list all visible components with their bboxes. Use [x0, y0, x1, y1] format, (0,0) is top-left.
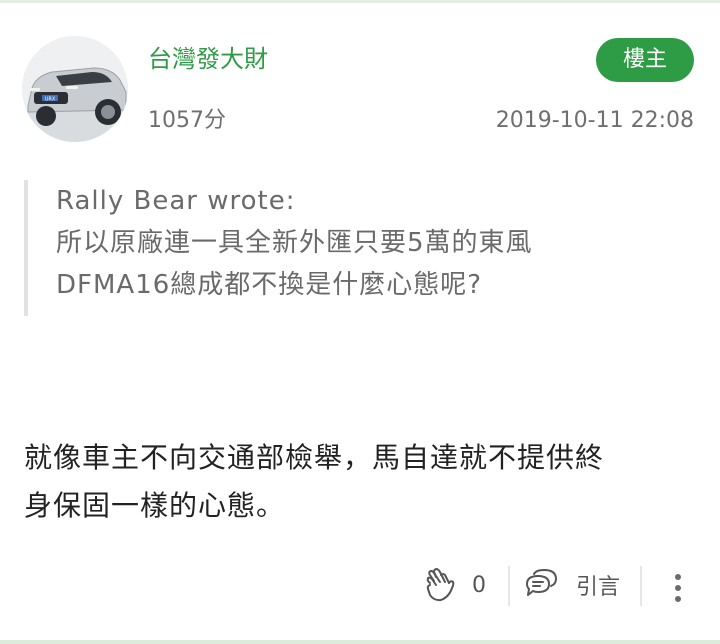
post-timestamp: 2019-10-11 22:08 — [495, 108, 694, 133]
svg-text:URX: URX — [45, 97, 56, 103]
quote-author-line: Rally Bear wrote: — [56, 186, 296, 216]
quoted-reply: Rally Bear wrote: 所以原廠連一具全新外匯只要5萬的東風 DFM… — [24, 180, 664, 316]
like-count: 0 — [472, 572, 486, 598]
quote-line: DFMA16總成都不換是什麼心態呢? — [56, 270, 483, 300]
avatar[interactable]: URX — [22, 36, 128, 142]
top-divider — [0, 0, 720, 3]
like-button[interactable]: 0 — [424, 562, 486, 608]
post-body: 就像車主不向交通部檢舉，馬自達就不提供終 身保固一樣的心態。 — [24, 434, 696, 530]
post-body-line: 就像車主不向交通部檢舉，馬自達就不提供終 — [24, 441, 605, 474]
quote-bubble-icon — [526, 569, 557, 596]
more-options-button[interactable] — [666, 568, 690, 608]
op-badge: 樓主 — [596, 38, 694, 82]
car-avatar-image: URX — [22, 36, 128, 142]
author-score: 1057分 — [148, 108, 226, 133]
clap-icon — [426, 568, 455, 602]
action-separator — [508, 566, 510, 606]
quote-button[interactable]: 引言 — [524, 562, 620, 608]
quote-label: 引言 — [576, 575, 621, 600]
author-name[interactable]: 台灣發大財 — [148, 44, 268, 74]
bottom-divider — [0, 640, 720, 644]
action-separator — [640, 566, 642, 606]
quote-line: 所以原廠連一具全新外匯只要5萬的東風 — [56, 228, 533, 258]
post-body-line: 身保固一樣的心態。 — [24, 489, 286, 522]
